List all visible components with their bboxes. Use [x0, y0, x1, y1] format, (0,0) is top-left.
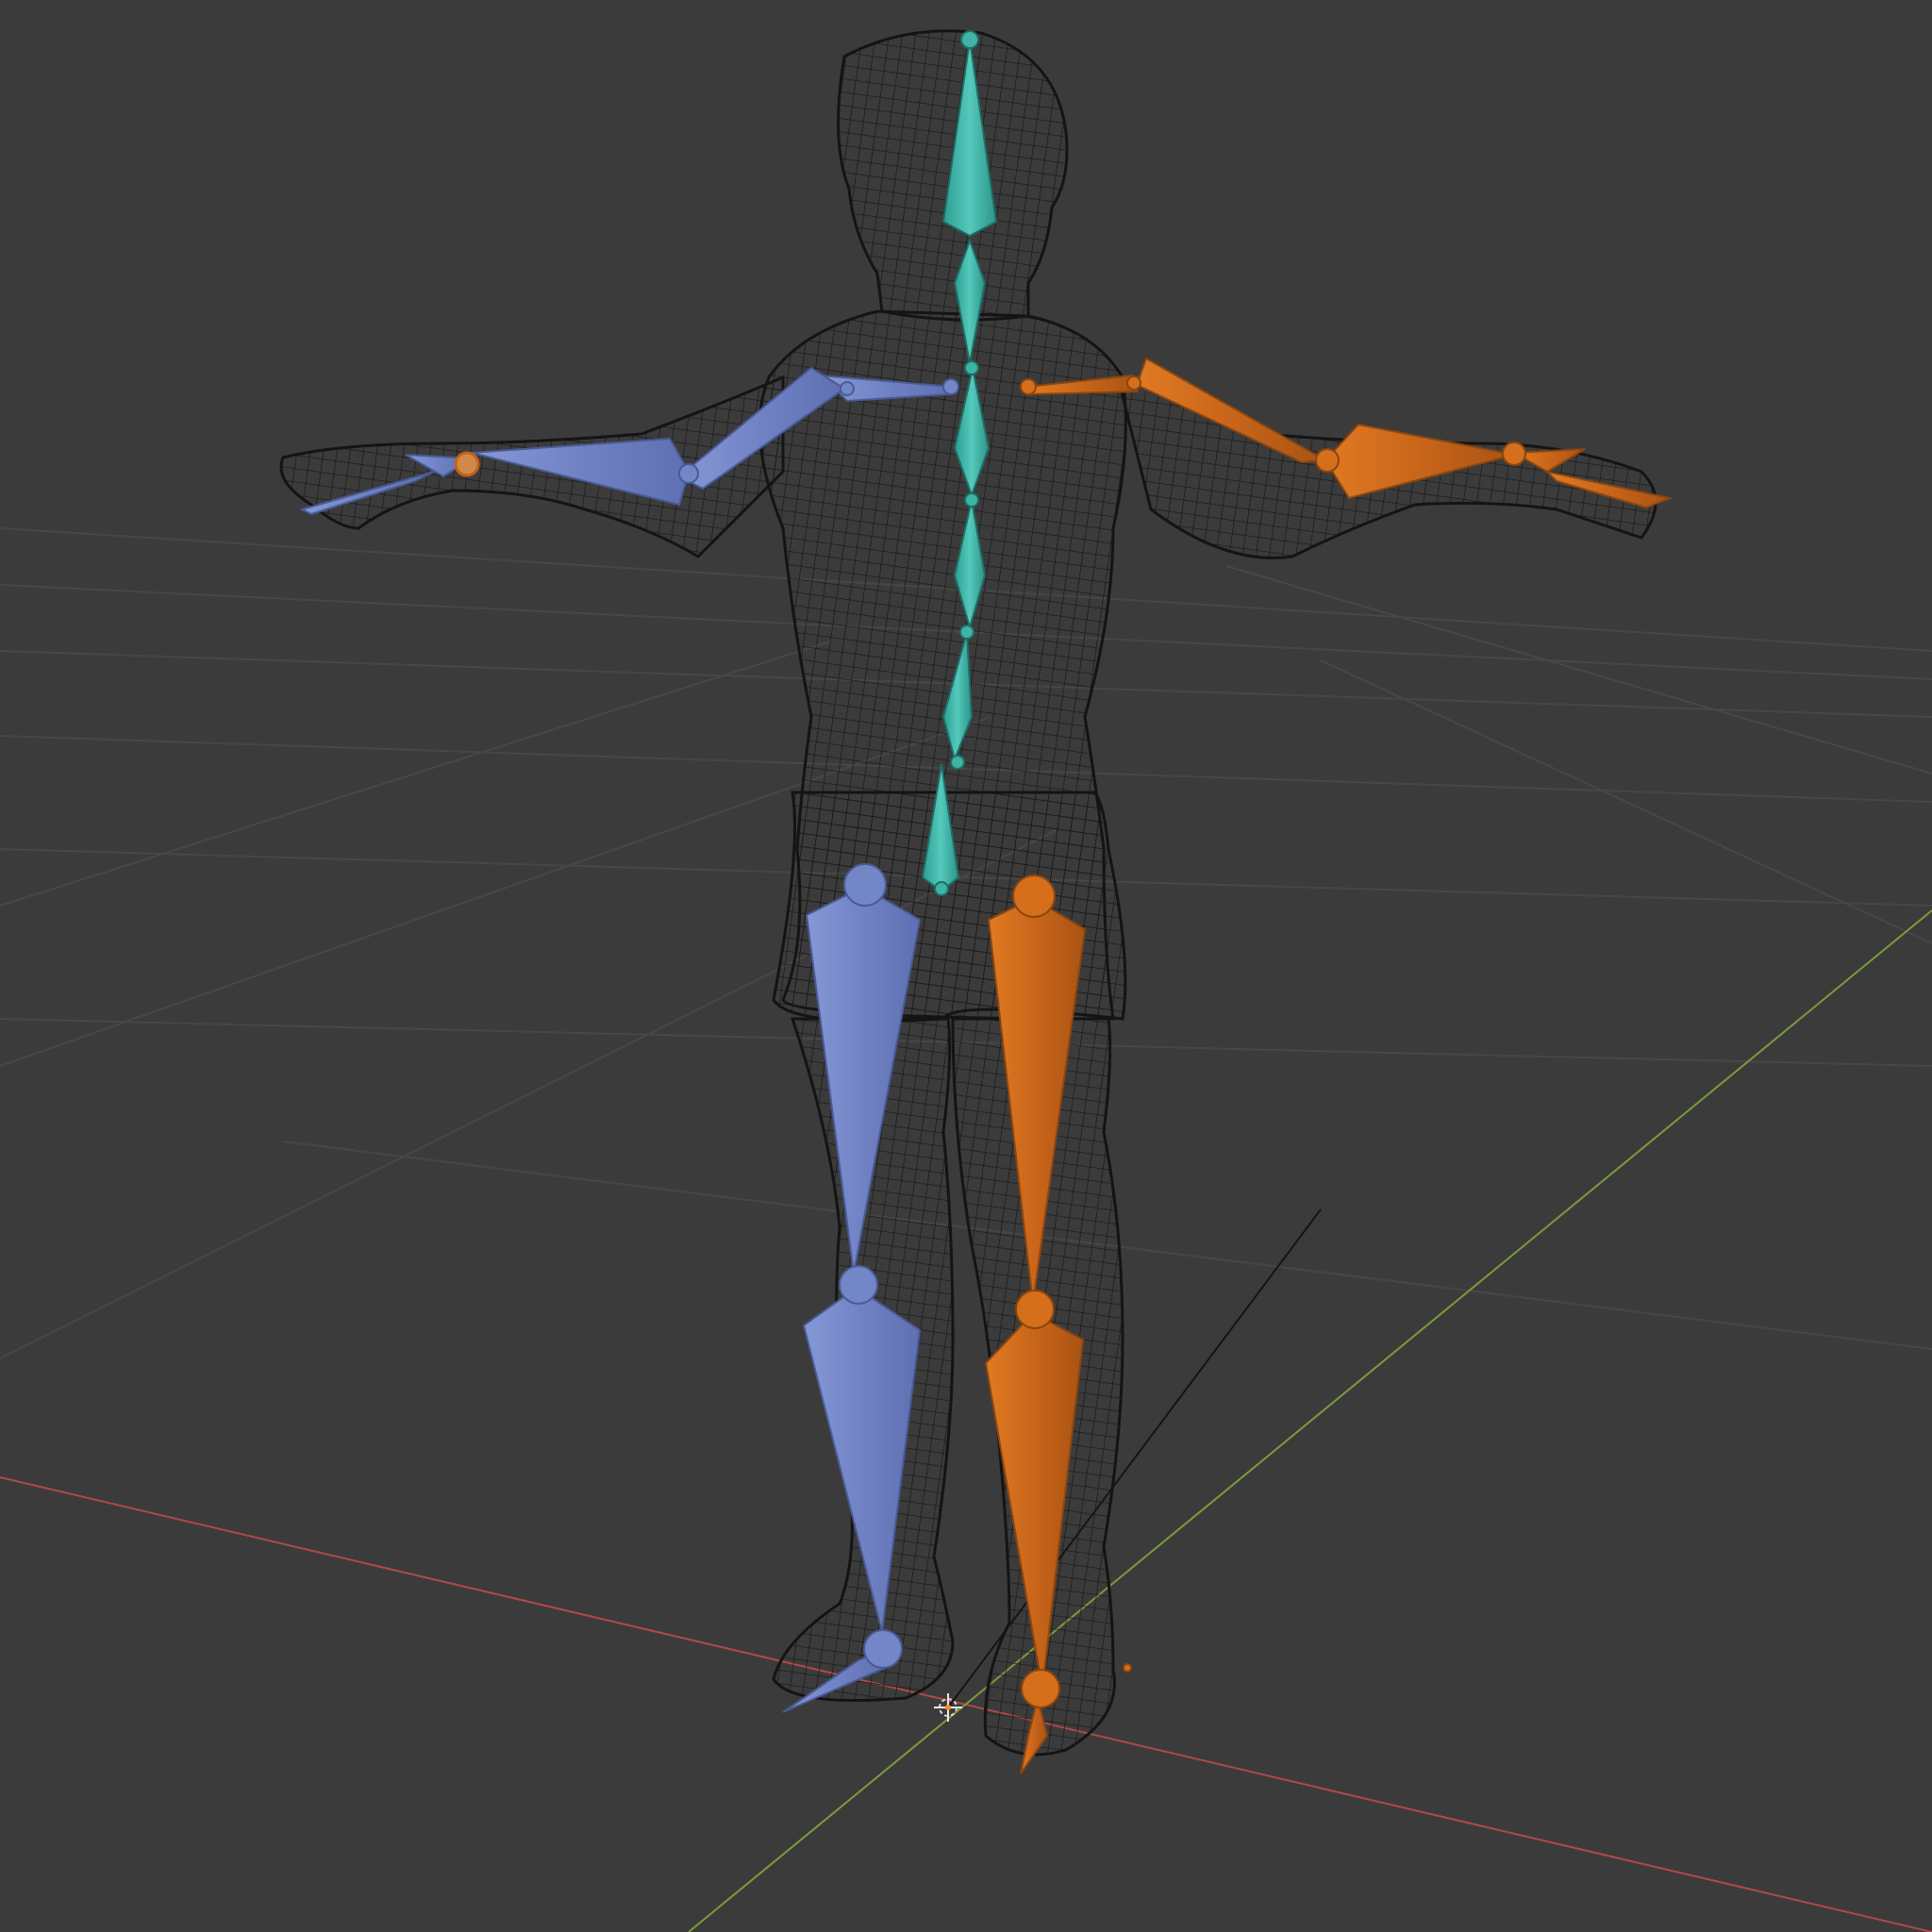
right-forearm-joint	[1315, 448, 1340, 473]
left-knee-joint	[839, 1265, 878, 1305]
spine-joint-1	[964, 492, 979, 508]
left-hip-joint	[843, 863, 887, 907]
right-toe-joint	[1123, 1663, 1132, 1673]
head-tip-joint	[960, 30, 979, 49]
hips-tail-joint	[934, 881, 949, 896]
right-hip-joint	[1012, 874, 1056, 918]
left-ankle-joint	[863, 1629, 903, 1669]
right-elbow-joint	[1126, 375, 1141, 391]
right-ankle-joint	[1021, 1669, 1060, 1708]
neck-joint	[964, 360, 979, 375]
left-elbow-joint	[678, 463, 699, 484]
right-shoulder-joint	[1020, 378, 1037, 395]
spine-joint-3	[950, 755, 965, 770]
left-hand-selected-joint	[454, 451, 480, 477]
right-wrist-joint	[1502, 441, 1526, 466]
left-wrist-joint	[840, 381, 855, 396]
spine-joint-2	[959, 625, 974, 640]
3d-viewport[interactable]	[0, 0, 1932, 1932]
left-shoulder-joint	[942, 378, 959, 395]
right-knee-joint	[1015, 1290, 1055, 1329]
